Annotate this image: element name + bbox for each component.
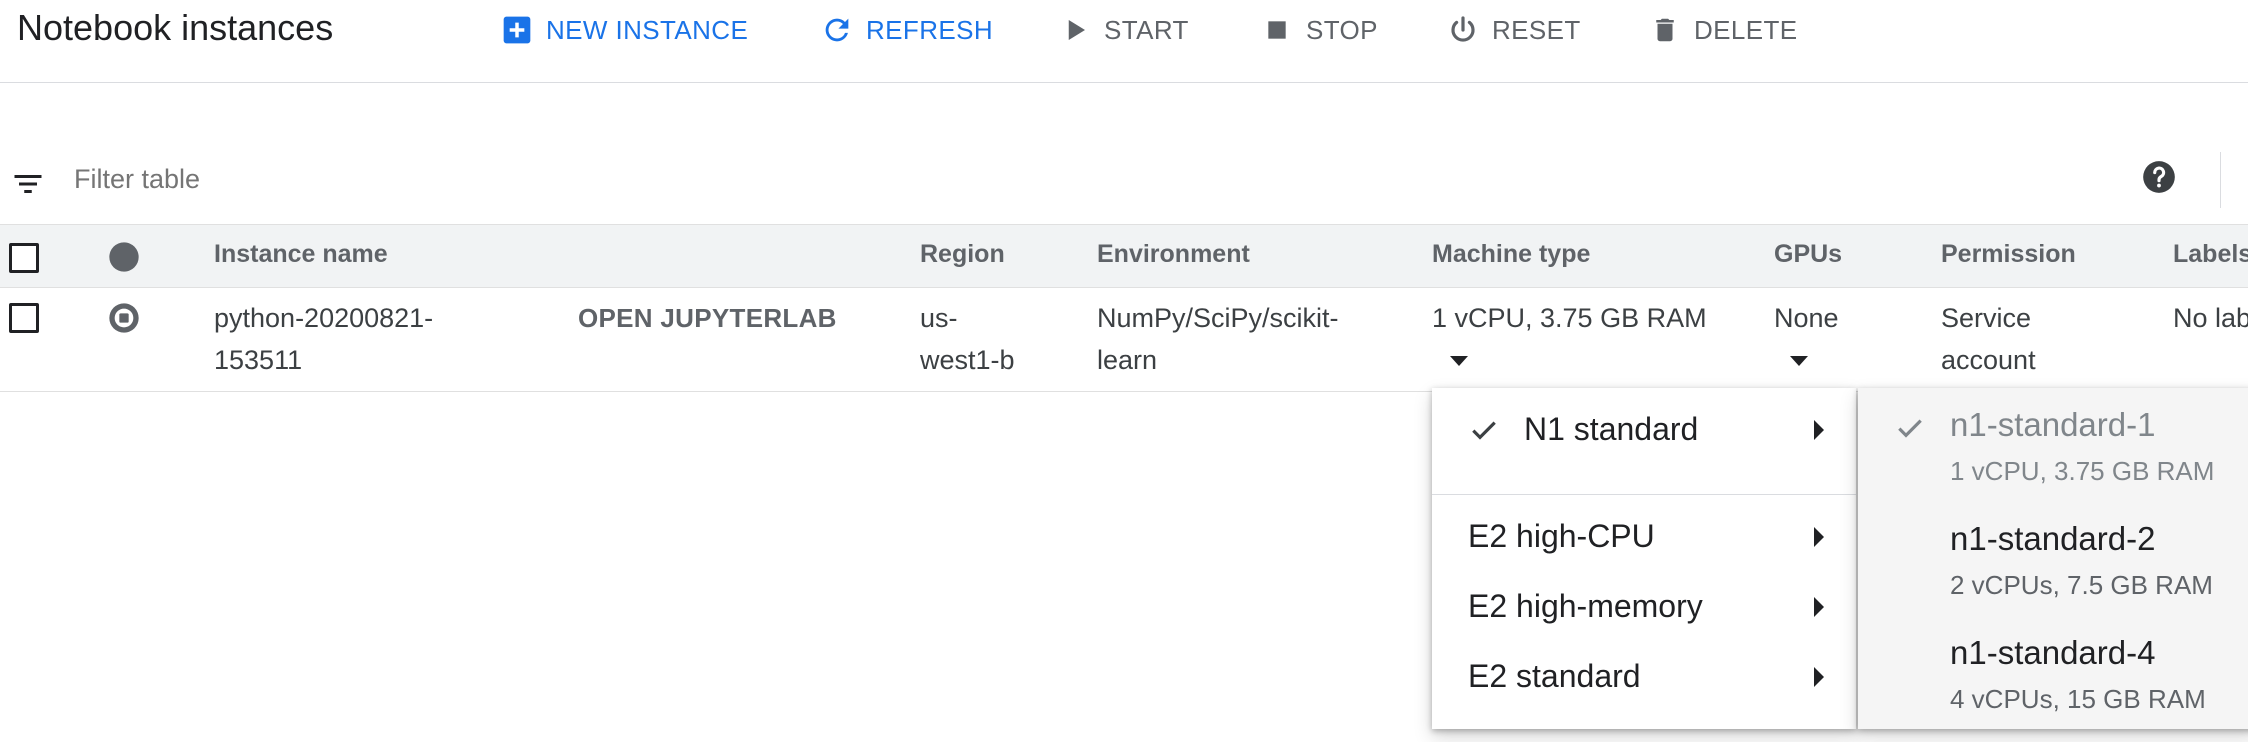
- status-column-icon: [108, 241, 140, 278]
- instance-name: python-20200821- 153511: [214, 303, 434, 375]
- page-title: Notebook instances: [17, 7, 334, 48]
- filter-list-icon[interactable]: [10, 166, 46, 202]
- menu-item-e2-standard[interactable]: E2 standard: [1432, 644, 1856, 710]
- menu-item-label: E2 standard: [1468, 658, 1641, 694]
- gpus-cell: None: [1774, 303, 1839, 333]
- reset-label: RESET: [1492, 14, 1581, 45]
- menu-item-n1-standard-1[interactable]: n1-standard-1 1 vCPU, 3.75 GB RAM: [1858, 402, 2248, 514]
- check-icon: [1468, 414, 1500, 451]
- machine-spec: 1 vCPU, 3.75 GB RAM: [1950, 456, 2215, 486]
- start-label: START: [1104, 14, 1189, 45]
- power-icon: [1446, 13, 1480, 47]
- chevron-right-icon: [1814, 667, 1824, 687]
- add-box-icon: [500, 13, 534, 47]
- chevron-right-icon: [1814, 527, 1824, 547]
- column-instance-name[interactable]: Instance name: [214, 240, 388, 269]
- menu-item-label: N1 standard: [1524, 411, 1699, 447]
- menu-item-e2-high-cpu[interactable]: E2 high-CPU: [1432, 504, 1856, 570]
- refresh-icon: [820, 13, 854, 47]
- menu-item-n1-standard-4[interactable]: n1-standard-4 4 vCPUs, 15 GB RAM: [1858, 630, 2248, 742]
- toolbar-divider: [2220, 152, 2221, 208]
- help-icon[interactable]: [2140, 158, 2178, 196]
- chevron-right-icon: [1814, 420, 1824, 440]
- machine-type-cell: 1 vCPU, 3.75 GB RAM: [1432, 303, 1707, 333]
- machine-name: n1-standard-4: [1950, 634, 2156, 671]
- gpus-dropdown-caret[interactable]: [1790, 356, 1808, 366]
- column-machine-type[interactable]: Machine type: [1432, 240, 1590, 269]
- refresh-button[interactable]: REFRESH: [820, 12, 993, 48]
- delete-button[interactable]: DELETE: [1648, 12, 1798, 48]
- refresh-label: REFRESH: [866, 14, 994, 45]
- machine-type-dropdown-caret[interactable]: [1450, 356, 1468, 366]
- delete-label: DELETE: [1694, 14, 1798, 45]
- row-checkbox[interactable]: [9, 303, 39, 333]
- start-button[interactable]: START: [1058, 12, 1189, 48]
- stop-label: STOP: [1306, 14, 1378, 45]
- select-all-checkbox[interactable]: [9, 243, 39, 273]
- menu-item-e2-high-memory[interactable]: E2 high-memory: [1432, 574, 1856, 640]
- menu-item-n1-standard[interactable]: N1 standard: [1432, 397, 1856, 463]
- play-icon: [1058, 13, 1092, 47]
- machine-type-submenu: n1-standard-1 1 vCPU, 3.75 GB RAM n1-sta…: [1858, 388, 2248, 729]
- column-labels[interactable]: Labels: [2173, 240, 2248, 269]
- menu-item-n1-standard-2[interactable]: n1-standard-2 2 vCPUs, 7.5 GB RAM: [1858, 516, 2248, 628]
- menu-item-label: E2 high-memory: [1468, 588, 1703, 624]
- column-region[interactable]: Region: [920, 240, 1005, 269]
- machine-name: n1-standard-2: [1950, 520, 2156, 557]
- menu-divider: [1432, 494, 1856, 495]
- labels-cell: No lab: [2173, 303, 2248, 333]
- stop-icon: [1260, 13, 1294, 47]
- filter-table-input[interactable]: [74, 164, 1974, 195]
- stop-button[interactable]: STOP: [1260, 12, 1378, 48]
- check-icon: [1894, 412, 1926, 449]
- new-instance-label: NEW INSTANCE: [546, 14, 749, 45]
- machine-spec: 4 vCPUs, 15 GB RAM: [1950, 684, 2206, 714]
- trash-icon: [1648, 13, 1682, 47]
- machine-spec: 2 vCPUs, 7.5 GB RAM: [1950, 570, 2213, 600]
- column-gpus[interactable]: GPUs: [1774, 240, 1842, 269]
- stopped-status-icon: [108, 302, 140, 339]
- environment-cell: NumPy/SciPy/scikit- learn: [1097, 303, 1339, 375]
- menu-item-label: E2 high-CPU: [1468, 518, 1655, 554]
- new-instance-button[interactable]: NEW INSTANCE: [500, 12, 748, 48]
- machine-name: n1-standard-1: [1950, 406, 2156, 443]
- column-permission[interactable]: Permission: [1941, 240, 2076, 269]
- chevron-right-icon: [1814, 597, 1824, 617]
- reset-button[interactable]: RESET: [1446, 12, 1581, 48]
- region-cell: us- west1-b: [920, 303, 1015, 375]
- machine-family-menu: N1 standard E2 high-CPU E2 high-memory E…: [1432, 388, 1856, 729]
- permission-cell: Service account: [1941, 303, 2036, 375]
- column-environment[interactable]: Environment: [1097, 240, 1250, 269]
- open-jupyterlab-link[interactable]: OPEN JUPYTERLAB: [578, 297, 837, 339]
